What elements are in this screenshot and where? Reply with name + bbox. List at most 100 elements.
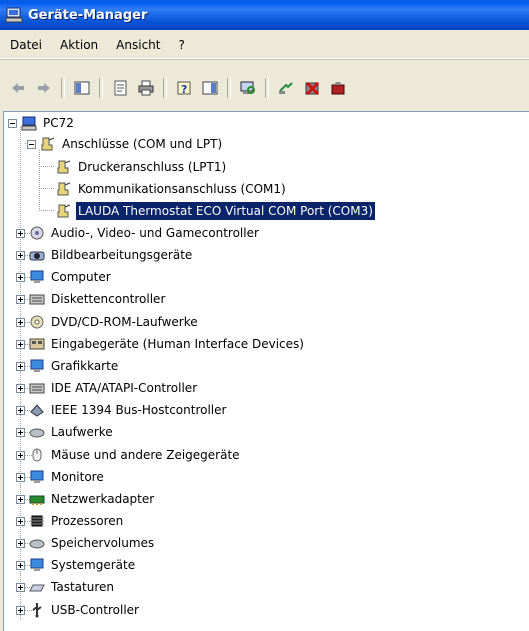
expand-toggle[interactable] [16, 494, 25, 504]
camera-icon [29, 247, 45, 263]
menu-datei[interactable]: Datei [0, 35, 51, 55]
category-label: Eingabegeräte (Human Interface Devices) [51, 337, 304, 351]
expand-toggle[interactable] [16, 427, 25, 437]
back-icon[interactable] [7, 77, 29, 99]
category-label: IEEE 1394 Bus-Hostcontroller [51, 403, 227, 417]
cdrom-icon [29, 314, 45, 330]
menu-aktion[interactable]: Aktion [51, 35, 107, 55]
tree-node-category[interactable]: Prozessoren [16, 510, 125, 532]
audio-icon [29, 225, 45, 241]
show-hide-tree-icon[interactable] [71, 77, 93, 99]
device-manager-icon [5, 6, 23, 24]
help-icon[interactable]: ? [173, 77, 195, 99]
expand-toggle[interactable] [16, 560, 25, 570]
tree-node-category[interactable]: Bildbearbeitungsgeräte [16, 244, 194, 266]
tree-node-category[interactable]: Tastaturen [16, 576, 116, 598]
expand-toggle[interactable] [16, 450, 25, 460]
keyboard-icon [29, 579, 45, 595]
expand-toggle[interactable] [16, 582, 25, 592]
expand-toggle[interactable] [16, 405, 25, 415]
category-label: Laufwerke [51, 425, 113, 439]
tree-node-category[interactable]: Netzwerkadapter [16, 488, 156, 510]
category-label: Computer [51, 270, 111, 284]
tree-node-category[interactable]: Diskettencontroller [16, 288, 167, 310]
expand-toggle[interactable] [16, 472, 25, 482]
tree-node-category[interactable]: Eingabegeräte (Human Interface Devices) [16, 333, 306, 355]
firewire-icon [29, 402, 45, 418]
tree-node-category[interactable]: IDE ATA/ATAPI-Controller [16, 377, 199, 399]
expand-toggle[interactable] [16, 339, 25, 349]
window-title: Geräte-Manager [28, 7, 148, 23]
computer-icon [29, 269, 45, 285]
category-label: Systemgeräte [51, 558, 136, 572]
print-icon[interactable] [135, 77, 157, 99]
tree-node-ports[interactable]: Anschlüsse (COM und LPT) [27, 133, 224, 155]
expand-toggle[interactable] [16, 538, 25, 548]
tree-node-category[interactable]: Computer [16, 266, 113, 288]
console-tree-icon[interactable] [199, 77, 221, 99]
ide-controller-icon [29, 380, 45, 396]
tree-root[interactable]: PC72 [8, 112, 76, 134]
collapse-toggle[interactable] [27, 139, 36, 149]
tree-node-category[interactable]: Mäuse und andere Zeigegeräte [16, 444, 242, 466]
forward-icon[interactable] [33, 77, 55, 99]
computer-icon [21, 115, 37, 131]
menu-help[interactable]: ? [169, 35, 193, 55]
category-label: Grafikkarte [51, 359, 119, 373]
expand-toggle[interactable] [16, 383, 25, 393]
tree-node-category[interactable]: Audio-, Video- und Gamecontroller [16, 222, 261, 244]
tree-node-category[interactable]: Speichervolumes [16, 532, 156, 554]
category-label: Mäuse und andere Zeigegeräte [51, 448, 240, 462]
expand-toggle[interactable] [16, 272, 25, 282]
port-icon [56, 181, 72, 197]
title-bar[interactable]: Geräte-Manager [0, 0, 529, 30]
tree-node-category[interactable]: Laufwerke [16, 421, 115, 443]
expand-toggle[interactable] [16, 605, 25, 615]
tree-node-category[interactable]: DVD/CD-ROM-Laufwerke [16, 311, 200, 333]
tree-node-port-com3-selected[interactable]: LAUDA Thermostat ECO Virtual COM Port (C… [56, 200, 376, 222]
display-adapter-icon [29, 358, 45, 374]
category-label: Monitore [51, 470, 104, 484]
disable-device-icon[interactable] [301, 77, 323, 99]
toolbar-separator [99, 78, 103, 98]
device-tree[interactable]: PC72 Anschlüsse (COM und LPT) Druckerans… [3, 111, 529, 631]
hid-icon [29, 336, 45, 352]
toolbar-separator [61, 78, 65, 98]
port-icon [56, 203, 72, 219]
tree-node-port-com1[interactable]: Kommunikationsanschluss (COM1) [56, 178, 288, 200]
expand-toggle[interactable] [16, 516, 25, 526]
scan-hardware-icon[interactable] [237, 77, 259, 99]
properties-icon[interactable] [109, 77, 131, 99]
expand-toggle[interactable] [16, 317, 25, 327]
port-label-selected: LAUDA Thermostat ECO Virtual COM Port (C… [75, 201, 376, 221]
tree-node-port-lpt1[interactable]: Druckeranschluss (LPT1) [56, 156, 228, 178]
category-label: DVD/CD-ROM-Laufwerke [51, 315, 198, 329]
expand-toggle[interactable] [16, 361, 25, 371]
port-icon [56, 159, 72, 175]
tree-node-category[interactable]: Systemgeräte [16, 554, 137, 576]
tree-node-category[interactable]: IEEE 1394 Bus-Hostcontroller [16, 399, 228, 421]
category-label: Bildbearbeitungsgeräte [51, 248, 193, 262]
toolbar-separator [265, 78, 269, 98]
port-label: Druckeranschluss (LPT1) [78, 160, 227, 174]
uninstall-device-icon[interactable] [327, 77, 349, 99]
expand-toggle[interactable] [16, 228, 25, 238]
expand-toggle[interactable] [16, 250, 25, 260]
floppy-controller-icon [29, 291, 45, 307]
tree-node-category[interactable]: Grafikkarte [16, 355, 120, 377]
category-label: IDE ATA/ATAPI-Controller [51, 381, 198, 395]
tree-node-category[interactable]: Monitore [16, 466, 106, 488]
root-label: PC72 [43, 116, 74, 130]
update-driver-icon[interactable] [275, 77, 297, 99]
port-label: Kommunikationsanschluss (COM1) [78, 182, 286, 196]
category-label: Audio-, Video- und Gamecontroller [51, 226, 259, 240]
category-label: Diskettencontroller [51, 292, 166, 306]
usb-icon [29, 602, 45, 618]
category-label: Tastaturen [51, 580, 114, 594]
processor-icon [29, 513, 45, 529]
tree-node-category[interactable]: USB-Controller [16, 599, 141, 621]
collapse-toggle[interactable] [8, 118, 17, 128]
expand-toggle[interactable] [16, 294, 25, 304]
menu-ansicht[interactable]: Ansicht [107, 35, 169, 55]
menu-bar: Datei Aktion Ansicht ? [0, 32, 529, 59]
